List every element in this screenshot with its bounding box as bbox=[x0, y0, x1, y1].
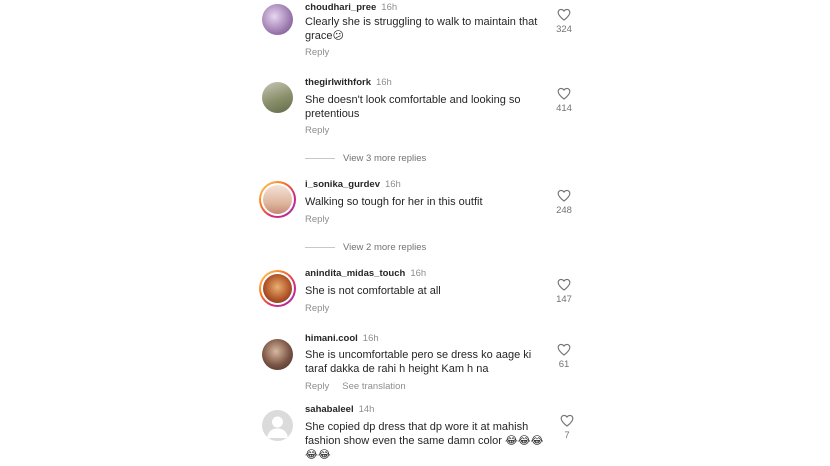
view-more-label[interactable]: View 2 more replies bbox=[343, 242, 426, 253]
username[interactable]: choudhari_pree bbox=[305, 2, 376, 13]
divider bbox=[305, 157, 335, 159]
reply-button[interactable]: Reply bbox=[305, 47, 329, 58]
comment-meta: sahabaleel 14h bbox=[305, 404, 374, 415]
view-more-replies[interactable]: View 2 more replies bbox=[305, 242, 426, 253]
comment-actions: Reply bbox=[305, 214, 329, 225]
avatar[interactable] bbox=[259, 181, 296, 218]
avatar[interactable] bbox=[259, 270, 296, 307]
view-more-label[interactable]: View 3 more replies bbox=[343, 153, 426, 164]
heart-outline-icon[interactable] bbox=[557, 8, 571, 21]
reply-button[interactable]: Reply bbox=[305, 381, 329, 392]
default-user-icon bbox=[267, 416, 288, 438]
like-count: 147 bbox=[556, 294, 572, 305]
heart-outline-icon[interactable] bbox=[557, 343, 571, 356]
heart-outline-icon[interactable] bbox=[560, 414, 574, 427]
like-control: 61 bbox=[552, 343, 576, 370]
comment-meta: i_sonika_gurdev 16h bbox=[305, 179, 401, 190]
comment-meta: choudhari_pree 16h bbox=[305, 2, 397, 13]
comment-actions: Reply bbox=[305, 125, 329, 136]
heart-outline-icon[interactable] bbox=[557, 189, 571, 202]
comment-actions: Reply bbox=[305, 303, 329, 314]
avatar[interactable] bbox=[262, 4, 293, 35]
like-count: 324 bbox=[556, 24, 572, 35]
comment-text: She doesn't look comfortable and looking… bbox=[305, 94, 521, 120]
avatar[interactable] bbox=[262, 410, 293, 441]
comment-text: She copied dp dress that dp wore it at m… bbox=[305, 421, 544, 461]
avatar[interactable] bbox=[262, 339, 293, 370]
comment-actions: Reply bbox=[305, 47, 329, 58]
view-more-replies[interactable]: View 3 more replies bbox=[305, 153, 426, 164]
timestamp: 14h bbox=[358, 404, 375, 415]
like-count: 248 bbox=[556, 205, 572, 216]
like-control: 248 bbox=[552, 189, 576, 216]
avatar[interactable] bbox=[262, 82, 293, 113]
timestamp: 16h bbox=[381, 2, 398, 13]
like-count: 414 bbox=[556, 103, 572, 114]
username[interactable]: himani.cool bbox=[305, 333, 358, 344]
comment-text: She is not comfortable at all bbox=[305, 285, 441, 297]
like-count: 7 bbox=[564, 430, 570, 441]
reply-button[interactable]: Reply bbox=[305, 125, 329, 136]
reply-button[interactable]: Reply bbox=[305, 214, 329, 225]
comment-text: She is uncomfortable pero se dress ko aa… bbox=[305, 349, 532, 375]
comment-text: Walking so tough for her in this outfit bbox=[305, 196, 483, 208]
heart-outline-icon[interactable] bbox=[557, 87, 571, 100]
comment-meta: anindita_midas_touch 16h bbox=[305, 268, 426, 279]
comment-text: Clearly she is struggling to walk to mai… bbox=[305, 16, 538, 42]
like-control: 7 bbox=[555, 414, 579, 441]
username[interactable]: anindita_midas_touch bbox=[305, 268, 405, 279]
username[interactable]: i_sonika_gurdev bbox=[305, 179, 380, 190]
username[interactable]: thegirlwithfork bbox=[305, 77, 371, 88]
like-count: 61 bbox=[558, 359, 570, 370]
like-control: 147 bbox=[552, 278, 576, 305]
heart-outline-icon[interactable] bbox=[557, 278, 571, 291]
timestamp: 16h bbox=[375, 77, 392, 88]
comment-actions: Reply See translation bbox=[305, 381, 406, 392]
see-translation-button[interactable]: See translation bbox=[342, 381, 405, 392]
divider bbox=[305, 246, 335, 248]
comment-meta: himani.cool 16h bbox=[305, 333, 379, 344]
username[interactable]: sahabaleel bbox=[305, 404, 354, 415]
timestamp: 16h bbox=[384, 179, 401, 190]
reply-button[interactable]: Reply bbox=[305, 303, 329, 314]
like-control: 414 bbox=[552, 87, 576, 114]
timestamp: 16h bbox=[362, 333, 379, 344]
timestamp: 16h bbox=[410, 268, 427, 279]
comments-list: choudhari_pree 16h Clearly she is struggl… bbox=[0, 0, 830, 466]
like-control: 324 bbox=[552, 8, 576, 35]
comment-meta: thegirlwithfork 16h bbox=[305, 77, 392, 88]
